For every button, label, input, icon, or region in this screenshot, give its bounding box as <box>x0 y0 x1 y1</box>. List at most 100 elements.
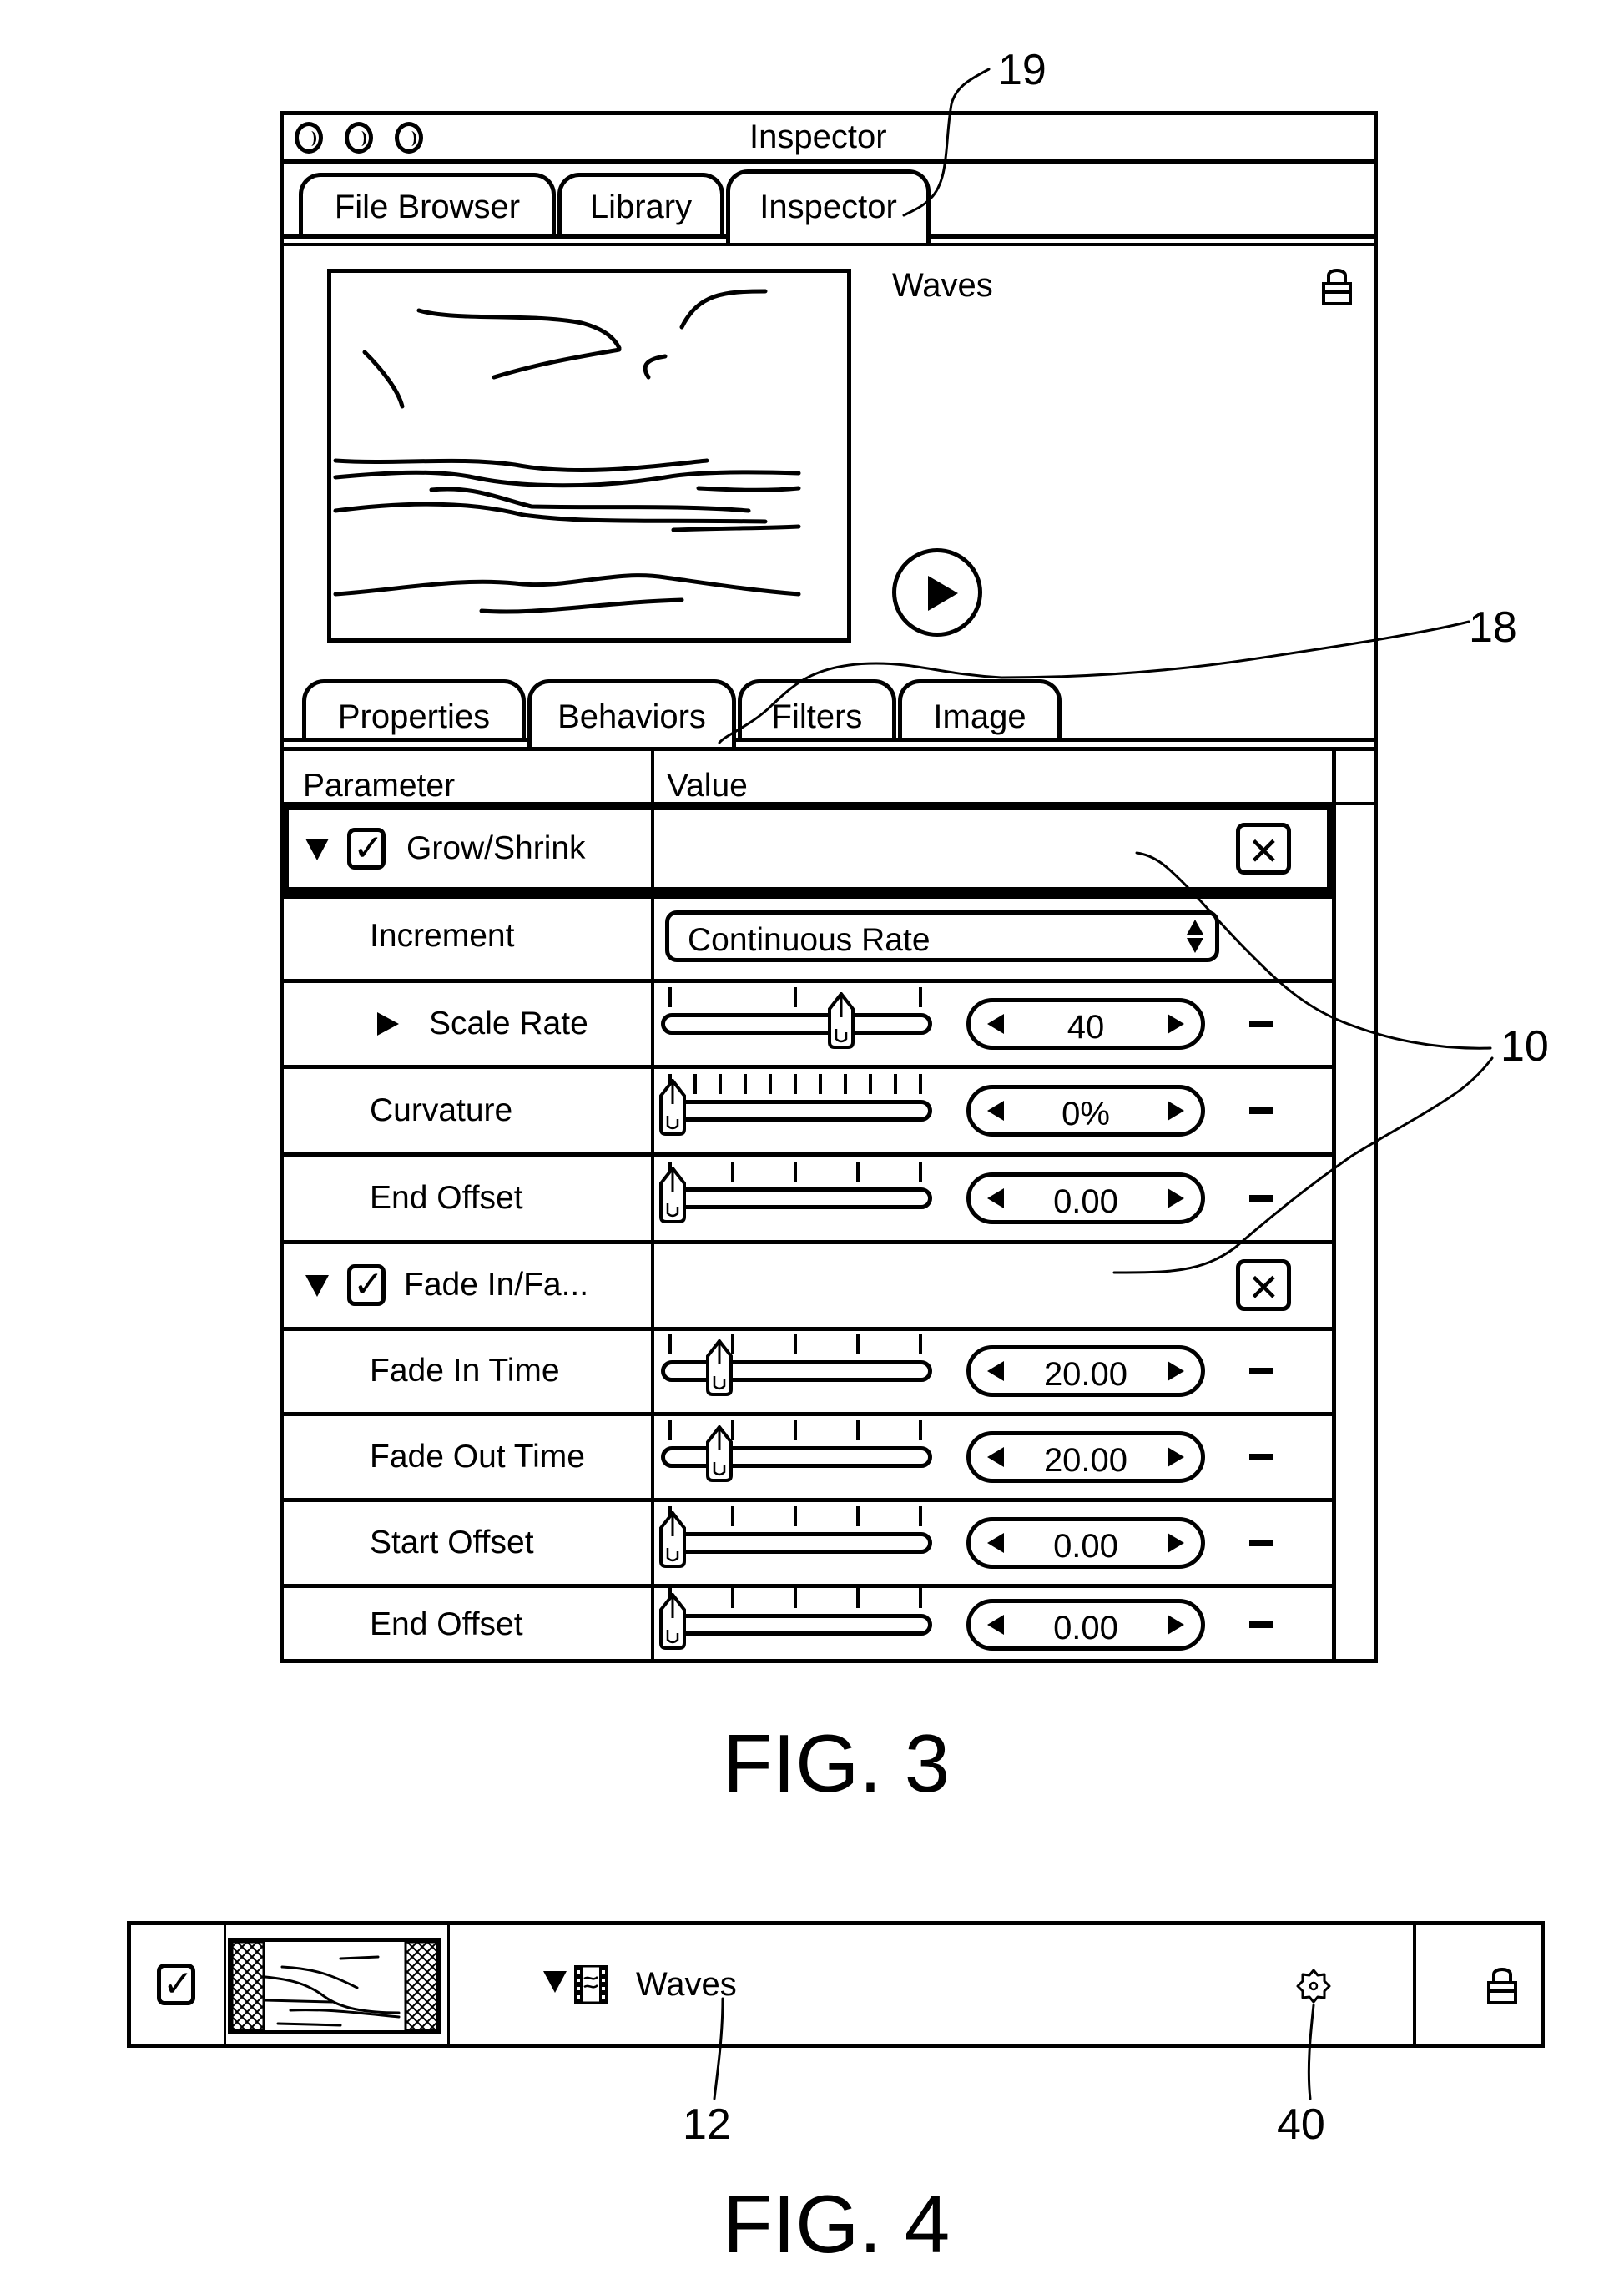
slider-thumb[interactable] <box>705 1339 734 1396</box>
stepper-value[interactable]: 40 <box>971 1011 1201 1044</box>
gear-icon[interactable] <box>1295 1968 1332 2004</box>
slider-thumb[interactable] <box>658 1078 687 1136</box>
slider-thumb[interactable] <box>827 991 855 1049</box>
slider-tick <box>856 1161 860 1182</box>
slider-thumb[interactable] <box>658 1166 687 1223</box>
reset-parameter-button[interactable] <box>1249 1539 1273 1546</box>
increment-arrow-icon[interactable] <box>1168 1361 1184 1381</box>
tab-properties[interactable]: Properties <box>302 679 526 741</box>
remove-behavior-button[interactable] <box>1236 1259 1291 1311</box>
zoom-window-button[interactable] <box>395 122 423 154</box>
tab-file-browser[interactable]: File Browser <box>299 173 556 238</box>
slider-tick <box>919 1505 922 1526</box>
slider-thumb[interactable] <box>658 1510 687 1568</box>
tab-behaviors[interactable]: Behaviors <box>527 679 736 751</box>
minimize-window-button[interactable] <box>345 122 373 154</box>
slider-tick <box>794 1073 797 1094</box>
increment-arrow-icon[interactable] <box>1168 1614 1184 1635</box>
increment-arrow-icon[interactable] <box>1168 1100 1184 1121</box>
layer-enable-checkbox[interactable] <box>157 1963 195 2005</box>
value-stepper[interactable]: 0.00 <box>966 1172 1205 1224</box>
increment-popup-menu[interactable]: Continuous Rate <box>665 910 1219 962</box>
reset-parameter-button[interactable] <box>1249 1368 1273 1374</box>
slider-tick <box>919 1073 922 1094</box>
value-stepper[interactable]: 40 <box>966 997 1205 1050</box>
play-button[interactable] <box>892 548 982 637</box>
subtab-baseline-left <box>284 738 529 742</box>
close-window-button[interactable] <box>295 122 323 154</box>
slider-tick <box>794 1505 797 1526</box>
slider-thumb[interactable] <box>705 1424 734 1482</box>
behavior-name: Grow/Shrink <box>406 830 586 866</box>
tab-library[interactable]: Library <box>557 173 724 238</box>
stepper-value[interactable]: 0.00 <box>971 1530 1201 1563</box>
slider-tick <box>819 1073 822 1094</box>
film-clip-icon <box>574 1965 608 2004</box>
parameter-label: Increment <box>370 918 515 954</box>
stepper-value[interactable]: 20.00 <box>971 1444 1201 1477</box>
tab-inspector[interactable]: Inspector <box>726 169 931 246</box>
slider-tick <box>856 1334 860 1354</box>
stepper-value[interactable]: 0.00 <box>971 1185 1201 1218</box>
disclosure-triangle-expanded[interactable] <box>305 1275 329 1297</box>
slider-tick <box>794 1334 797 1354</box>
scrollbar-track[interactable] <box>1332 751 1336 1663</box>
value-stepper[interactable]: 0% <box>966 1084 1205 1137</box>
layer-name[interactable]: Waves <box>636 1968 737 2001</box>
slider-tick <box>856 1587 860 1608</box>
slider-track[interactable] <box>661 1187 932 1209</box>
stepper-value[interactable]: 20.00 <box>971 1358 1201 1391</box>
layer-disclosure-triangle[interactable] <box>543 1971 567 1993</box>
slider-thumb[interactable] <box>658 1592 687 1650</box>
parameter-label: Start Offset <box>370 1524 534 1560</box>
reset-parameter-button[interactable] <box>1249 1107 1273 1114</box>
slider-tick <box>794 1161 797 1182</box>
increment-arrow-icon[interactable] <box>1168 1187 1184 1208</box>
slider-track[interactable] <box>661 1613 932 1636</box>
disclosure-triangle-collapsed[interactable] <box>377 1011 399 1036</box>
stepper-value[interactable]: 0% <box>971 1097 1201 1131</box>
increment-arrow-icon[interactable] <box>1168 1532 1184 1553</box>
slider-track[interactable] <box>661 1012 932 1035</box>
layer-lock-icon[interactable] <box>1485 1964 1519 2006</box>
reset-parameter-button[interactable] <box>1249 1621 1273 1628</box>
layer-thumbnail <box>228 1938 441 2034</box>
value-stepper[interactable]: 20.00 <box>966 1430 1205 1483</box>
slider-tick <box>919 1419 922 1440</box>
reset-parameter-button[interactable] <box>1249 1453 1273 1460</box>
waves-sketch <box>333 289 801 651</box>
slider-track[interactable] <box>661 1445 932 1468</box>
stepper-value[interactable]: 0.00 <box>971 1611 1201 1645</box>
slider-tick <box>919 986 922 1007</box>
slider-tick <box>731 1505 734 1526</box>
slider-tick <box>844 1073 847 1094</box>
reset-parameter-button[interactable] <box>1249 1020 1273 1027</box>
slider-tick <box>668 1334 672 1354</box>
slider-track[interactable] <box>661 1360 932 1382</box>
tab-bar-divider <box>284 243 1374 246</box>
ref-numeral-12: 12 <box>683 2100 731 2149</box>
header-parameter[interactable]: Parameter <box>303 769 455 802</box>
media-preview-thumbnail <box>327 269 851 651</box>
slider-track[interactable] <box>661 1531 932 1554</box>
tab-properties-label: Properties <box>337 698 491 735</box>
value-stepper[interactable]: 0.00 <box>966 1516 1205 1569</box>
behavior-enable-checkbox[interactable] <box>347 827 386 870</box>
remove-behavior-button[interactable] <box>1236 823 1291 875</box>
reset-parameter-button[interactable] <box>1249 1194 1273 1202</box>
header-value[interactable]: Value <box>667 769 748 802</box>
tab-filters[interactable]: Filters <box>738 679 896 741</box>
behavior-enable-checkbox[interactable] <box>347 1263 386 1306</box>
popup-up-arrow-icon <box>1187 920 1203 935</box>
disclosure-triangle-expanded[interactable] <box>305 839 329 860</box>
filmstrip-thumbnail <box>230 1940 439 2032</box>
increment-arrow-icon[interactable] <box>1168 1013 1184 1034</box>
slider-track[interactable] <box>661 1099 932 1122</box>
unlocked-padlock-icon[interactable] <box>1320 265 1354 307</box>
increment-arrow-icon[interactable] <box>1168 1446 1184 1467</box>
tab-image[interactable]: Image <box>898 679 1062 741</box>
value-stepper[interactable]: 0.00 <box>966 1598 1205 1651</box>
slider-tick <box>668 1419 672 1440</box>
slider-tick <box>731 1587 734 1608</box>
value-stepper[interactable]: 20.00 <box>966 1345 1205 1397</box>
